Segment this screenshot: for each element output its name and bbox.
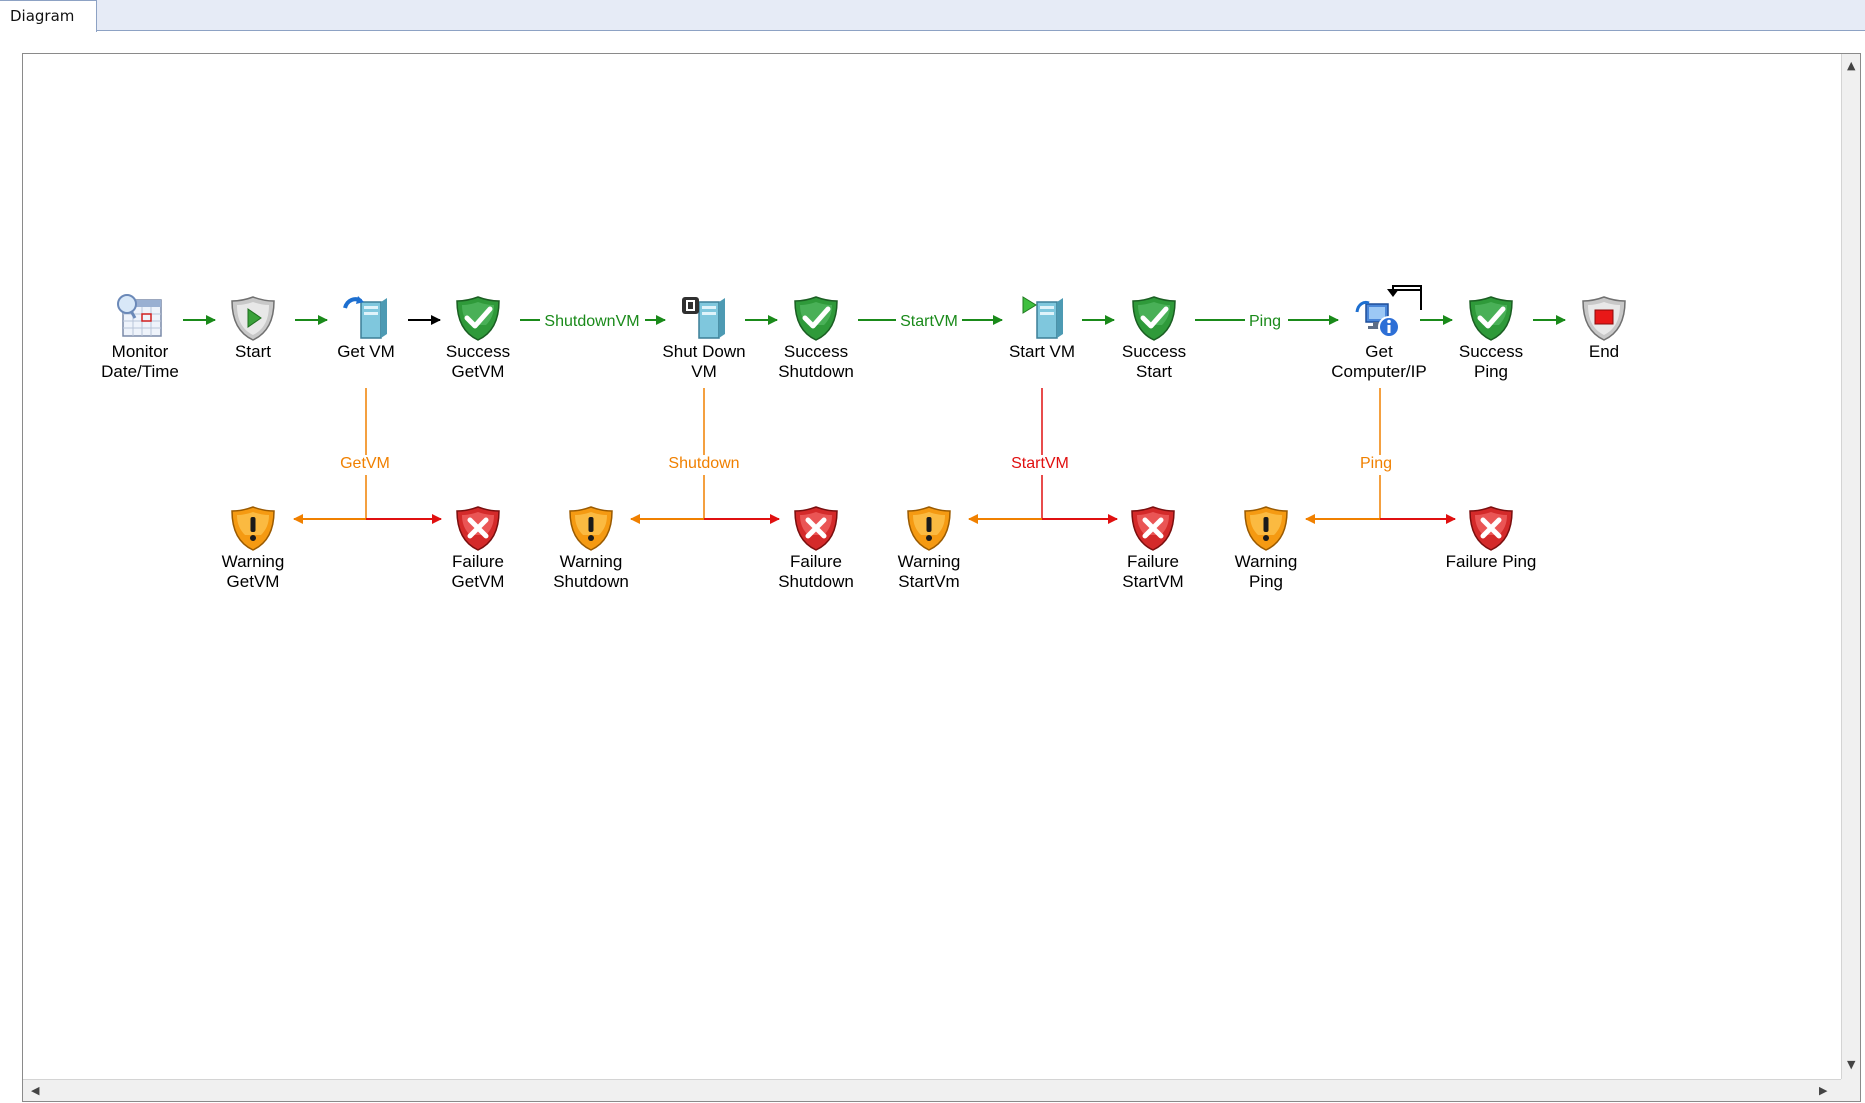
- link-label-startvm: StartVM: [900, 313, 958, 330]
- failure-shield-icon: [794, 506, 838, 551]
- node-label: Success GetVM: [445, 342, 511, 381]
- warning-shield-icon: [569, 506, 613, 551]
- stop-shield-icon: [1582, 296, 1626, 341]
- node-label: Success Shutdown: [778, 342, 854, 381]
- node-end[interactable]: End: [1534, 294, 1674, 362]
- node-warning-startvm[interactable]: Warning StartVm: [859, 504, 999, 592]
- branch-label-ping: Ping: [1360, 455, 1392, 472]
- node-label: Failure Ping: [1445, 552, 1537, 571]
- failure-shield-icon: [456, 506, 500, 551]
- play-shield-icon: [231, 296, 275, 341]
- node-warning-getvm[interactable]: Warning GetVM: [183, 504, 323, 592]
- warning-shield-icon: [1244, 506, 1288, 551]
- green-check-shield-icon: [1469, 296, 1513, 341]
- link-label-ping: Ping: [1249, 313, 1281, 330]
- computer-info-icon: [1355, 300, 1400, 338]
- node-label: Warning GetVM: [221, 552, 285, 591]
- branch-label-startvm: StartVM: [1011, 455, 1069, 472]
- green-check-shield-icon: [794, 296, 838, 341]
- node-warning-ping[interactable]: Warning Ping: [1196, 504, 1336, 592]
- node-label: End: [1588, 342, 1620, 361]
- node-warning-shutdown[interactable]: Warning Shutdown: [521, 504, 661, 592]
- server-shutdown-icon: [682, 297, 725, 339]
- node-label: Warning Shutdown: [553, 552, 629, 591]
- node-label: Warning Ping: [1234, 552, 1298, 591]
- calendar-monitor-icon: [117, 294, 162, 337]
- failure-shield-icon: [1469, 506, 1513, 551]
- warning-shield-icon: [907, 506, 951, 551]
- branch-label-shutdown: Shutdown: [668, 455, 739, 472]
- node-success-getvm[interactable]: Success GetVM: [408, 294, 548, 382]
- failure-shield-icon: [1131, 506, 1175, 551]
- server-refresh-icon: [343, 296, 387, 339]
- node-failure-ping[interactable]: Failure Ping: [1421, 504, 1561, 572]
- node-success-start[interactable]: Success Start: [1084, 294, 1224, 382]
- link-label-shutdownvm: ShutdownVM: [544, 313, 639, 330]
- node-label: Success Start: [1121, 342, 1187, 381]
- node-label: Warning StartVm: [897, 552, 961, 591]
- warning-shield-icon: [231, 506, 275, 551]
- green-check-shield-icon: [456, 296, 500, 341]
- node-success-shutdown[interactable]: Success Shutdown: [746, 294, 886, 382]
- branch-label-getvm: GetVM: [340, 455, 390, 472]
- server-start-icon: [1022, 296, 1063, 339]
- green-check-shield-icon: [1132, 296, 1176, 341]
